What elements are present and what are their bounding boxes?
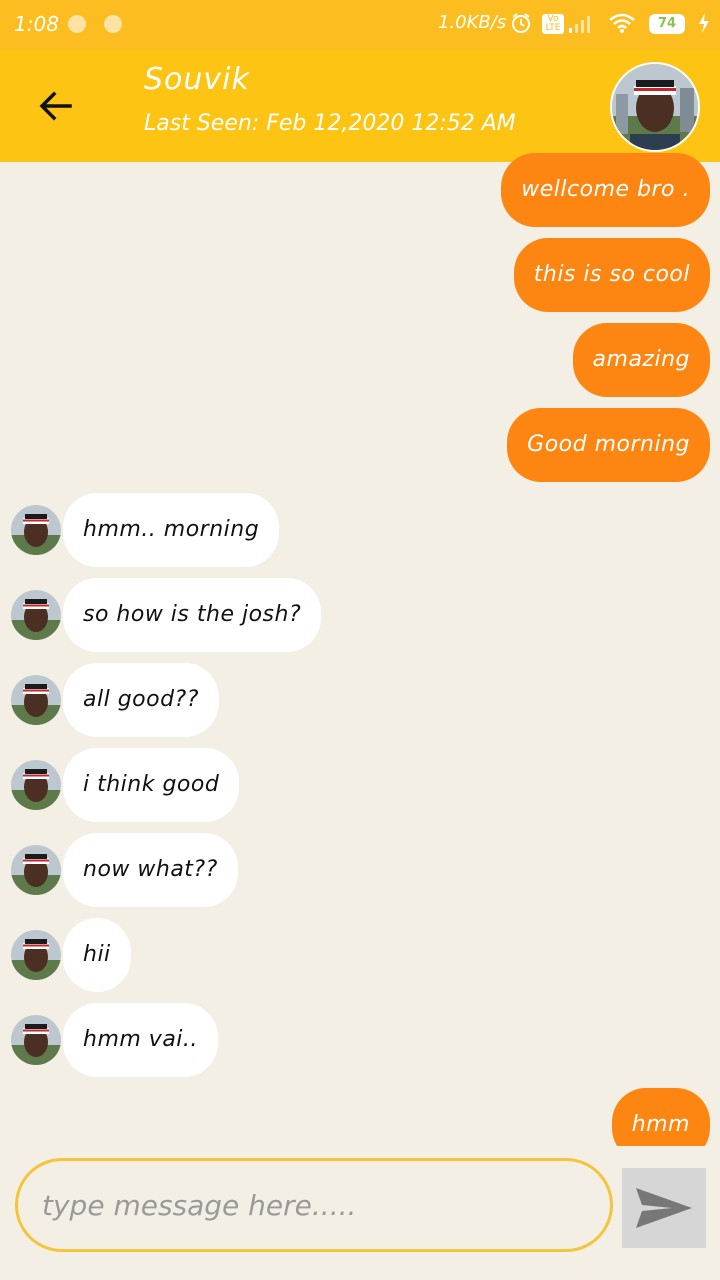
outgoing-message[interactable]: this is so cool — [513, 238, 710, 312]
sender-avatar — [11, 760, 61, 810]
back-button[interactable] — [34, 84, 78, 128]
incoming-message[interactable]: i think good — [63, 748, 240, 822]
notification-dot-icon — [68, 15, 86, 33]
incoming-message[interactable]: so how is the josh? — [63, 578, 322, 652]
arrow-left-icon — [39, 91, 72, 121]
wifi-icon — [608, 12, 636, 39]
sender-avatar — [11, 505, 61, 555]
battery-icon: 74 — [649, 14, 685, 34]
incoming-message[interactable]: hii — [63, 918, 131, 992]
message-composer — [0, 1146, 720, 1280]
status-time: 1:08 — [14, 12, 59, 36]
alarm-icon — [510, 12, 532, 39]
notification-dot-icon — [104, 15, 122, 33]
incoming-message[interactable]: now what?? — [63, 833, 238, 907]
signal-icon — [568, 12, 596, 39]
network-speed: 1.0KB/s — [438, 12, 507, 33]
status-bar: 1:08 1.0KB/s Vo LTE 74 — [0, 0, 720, 50]
sender-avatar — [11, 590, 61, 640]
outgoing-message[interactable]: Good morning — [507, 408, 710, 482]
sender-avatar — [11, 1015, 61, 1065]
message-input[interactable] — [15, 1158, 613, 1252]
outgoing-message[interactable]: wellcome bro . — [501, 153, 710, 227]
bolt-icon — [697, 12, 711, 39]
sender-avatar — [11, 675, 61, 725]
contact-avatar[interactable] — [610, 62, 700, 152]
sender-avatar — [11, 845, 61, 895]
incoming-message[interactable]: all good?? — [63, 663, 219, 737]
send-button[interactable] — [622, 1168, 706, 1248]
volte-badge: Vo LTE — [542, 14, 564, 34]
contact-name[interactable]: Souvik — [144, 62, 250, 97]
last-seen-status: Last Seen: Feb 12,2020 12:52 AM — [144, 111, 516, 136]
send-icon — [636, 1188, 692, 1228]
incoming-message[interactable]: hmm.. morning — [63, 493, 280, 567]
outgoing-message[interactable]: amazing — [572, 323, 710, 397]
sender-avatar — [11, 930, 61, 980]
incoming-message[interactable]: hmm vai.. — [63, 1003, 218, 1077]
